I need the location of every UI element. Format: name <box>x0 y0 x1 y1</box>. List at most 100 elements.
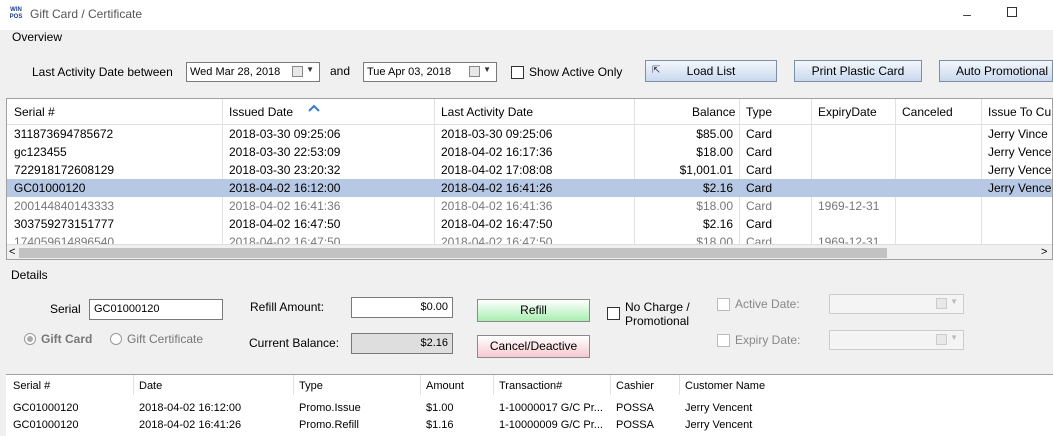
gift-card-grid[interactable]: Serial # Issued Date Last Activity Date … <box>6 98 1053 260</box>
cell-date: 2018-04-02 16:12:00 <box>139 402 242 414</box>
date-from-picker[interactable]: Wed Mar 28, 2018 ▼ <box>186 62 320 82</box>
and-label: and <box>330 64 351 78</box>
cell-type: Promo.Issue <box>299 402 361 414</box>
col-cashier[interactable]: Cashier <box>616 380 654 392</box>
cell-serial: GC01000120 <box>13 402 79 414</box>
app-logo-text-top: WIN <box>10 7 22 13</box>
chevron-down-icon: ▼ <box>950 333 958 342</box>
cell-date: 2018-04-02 16:41:26 <box>139 419 242 431</box>
cancel-deactive-button[interactable]: Cancel/Deactive <box>477 335 590 358</box>
current-balance-value: $2.16 <box>351 333 453 354</box>
cell-type: Card <box>746 199 773 213</box>
cell-serial: gc123455 <box>14 145 67 159</box>
cell-amount: $1.00 <box>426 402 454 414</box>
gift-certificate-radio[interactable] <box>110 333 122 345</box>
cell-type: Promo.Refill <box>299 419 359 431</box>
col-expiry-date[interactable]: ExpiryDate <box>818 105 877 119</box>
table-row[interactable]: 200144840143333 2018-04-02 16:41:36 2018… <box>7 197 1052 215</box>
no-charge-checkbox[interactable] <box>607 307 620 320</box>
expiry-date-picker[interactable]: ▼ <box>829 330 964 350</box>
cell-type: Card <box>746 163 773 177</box>
maximize-icon[interactable] <box>1004 4 1020 20</box>
chevron-down-icon: ▼ <box>483 65 491 74</box>
cell-last-activity: 2018-03-30 09:25:06 <box>441 127 553 141</box>
load-list-button[interactable]: ⇱ Load List <box>645 60 777 82</box>
no-charge-label-line2: Promotional <box>625 314 690 328</box>
cell-serial: 311873694785672 <box>14 127 114 141</box>
chevron-down-icon: ▼ <box>306 65 314 74</box>
table-row-selected[interactable]: GC01000120 2018-04-02 16:12:00 2018-04-0… <box>7 179 1052 197</box>
col-canceled[interactable]: Canceled <box>902 105 953 119</box>
calendar-icon <box>292 66 303 77</box>
transactions-grid[interactable]: Serial # Date Type Amount Transaction# C… <box>6 374 1053 436</box>
col-type[interactable]: Type <box>746 105 772 119</box>
cell-customer: Jerry Vencent <box>685 402 753 414</box>
expiry-date-label: Expiry Date: <box>735 333 801 347</box>
app-logo-text-bottom: POS <box>9 14 23 20</box>
col-issued-date[interactable]: Issued Date <box>229 105 293 119</box>
active-date-picker[interactable]: ▼ <box>829 294 964 314</box>
cell-last-activity: 2018-04-02 16:17:36 <box>441 145 553 159</box>
chevron-down-icon: ▼ <box>950 297 958 306</box>
activity-date-label: Last Activity Date between <box>32 65 173 79</box>
scroll-right-icon[interactable]: > <box>1041 246 1047 258</box>
col-serial[interactable]: Serial # <box>14 105 55 119</box>
col-issue-to[interactable]: Issue To Cu <box>988 105 1051 119</box>
expiry-date-checkbox[interactable] <box>717 334 730 347</box>
serial-label: Serial <box>50 302 81 316</box>
col-last-activity[interactable]: Last Activity Date <box>441 105 533 119</box>
refill-amount-label: Refill Amount: <box>250 300 325 314</box>
show-active-checkbox[interactable] <box>511 66 524 79</box>
cell-balance: $1,001.01 <box>679 163 733 177</box>
horizontal-scrollbar[interactable]: < > <box>7 244 1052 259</box>
refill-button[interactable]: Refill <box>477 299 590 322</box>
cell-type: Card <box>746 127 773 141</box>
calendar-icon <box>936 298 947 309</box>
table-row[interactable]: 722918172608129 2018-03-30 23:20:32 2018… <box>7 161 1052 179</box>
cell-serial: 303759273151777 <box>14 217 115 231</box>
calendar-icon <box>469 66 480 77</box>
cell-transaction: 1-10000017 G/C Pr... <box>499 402 603 414</box>
active-date-label: Active Date: <box>735 297 800 311</box>
date-to-picker[interactable]: Tue Apr 03, 2018 ▼ <box>363 62 497 82</box>
active-date-checkbox[interactable] <box>717 298 730 311</box>
table-row[interactable]: 311873694785672 2018-03-30 09:25:06 2018… <box>7 125 1052 143</box>
col-transaction[interactable]: Transaction# <box>499 380 562 392</box>
load-list-icon: ⇱ <box>652 65 661 76</box>
cell-serial: GC01000120 <box>13 419 79 431</box>
col-balance[interactable]: Balance <box>692 105 735 119</box>
col-customer-name[interactable]: Customer Name <box>685 380 765 392</box>
col-amount[interactable]: Amount <box>426 380 464 392</box>
cell-serial: 200144840143333 <box>14 199 115 213</box>
table-row[interactable]: gc123455 2018-03-30 22:53:09 2018-04-02 … <box>7 143 1052 161</box>
gift-certificate-label: Gift Certificate <box>127 332 204 346</box>
scroll-left-icon[interactable]: < <box>9 246 15 258</box>
cell-issued: 2018-04-02 16:41:36 <box>229 199 341 213</box>
app-logo-icon: WIN POS <box>9 7 23 21</box>
cell-cashier: POSSA <box>616 419 654 431</box>
cell-serial: 722918172608129 <box>14 163 115 177</box>
refill-amount-input[interactable]: $0.00 <box>351 297 453 318</box>
cell-amount: $1.16 <box>426 419 454 431</box>
scrollbar-thumb[interactable] <box>19 248 887 258</box>
col-serial[interactable]: Serial # <box>13 380 50 392</box>
print-plastic-card-button[interactable]: Print Plastic Card <box>794 60 922 82</box>
col-date[interactable]: Date <box>139 380 162 392</box>
sort-ascending-icon[interactable] <box>307 102 321 116</box>
minimize-icon[interactable]: – <box>957 6 977 22</box>
cell-last-activity: 2018-04-02 16:41:26 <box>441 181 553 195</box>
auto-promotional-button[interactable]: Auto Promotional <box>939 60 1053 82</box>
cell-type: Card <box>746 217 773 231</box>
overview-group-label: Overview <box>12 30 63 44</box>
gift-card-radio[interactable] <box>24 333 36 345</box>
window-title: Gift Card / Certificate <box>30 7 143 21</box>
table-row[interactable]: 303759273151777 2018-04-02 16:47:50 2018… <box>7 215 1052 233</box>
cell-issue-to: Jerry Vence <box>988 163 1052 177</box>
cell-balance: $18.00 <box>696 199 733 213</box>
col-type[interactable]: Type <box>299 380 323 392</box>
title-bar <box>0 0 1053 30</box>
show-active-label: Show Active Only <box>529 65 623 79</box>
serial-input[interactable]: GC01000120 <box>89 299 223 320</box>
cell-issued: 2018-03-30 09:25:06 <box>229 127 341 141</box>
calendar-icon <box>936 334 947 345</box>
